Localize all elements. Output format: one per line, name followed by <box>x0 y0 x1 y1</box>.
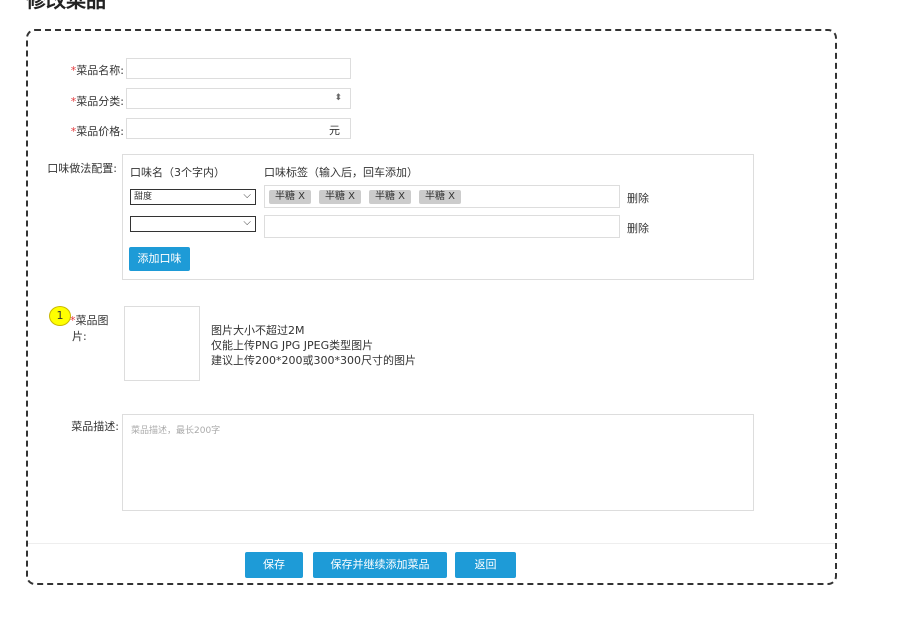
chevron-down-icon: ⌵ <box>243 217 251 228</box>
description-textarea[interactable]: 菜品描述，最长200字 <box>122 414 754 511</box>
description-label: 菜品描述: <box>71 420 119 433</box>
flavor-tags-input[interactable]: 半糖 X 半糖 X 半糖 X 半糖 X <box>264 185 620 208</box>
category-label: *菜品分类: <box>70 95 124 108</box>
flavor-name-header: 口味名（3个字内） <box>130 166 225 179</box>
flavor-tag[interactable]: 半糖 X <box>269 190 312 204</box>
footer-divider <box>28 543 835 544</box>
flavor-panel: 口味名（3个字内） 口味标签（输入后，回车添加） 甜度 ⌵ 半糖 X 半糖 X … <box>122 154 754 280</box>
image-upload-area[interactable] <box>124 306 200 381</box>
name-input[interactable] <box>126 58 351 79</box>
price-input[interactable]: 元 <box>126 118 351 139</box>
delete-flavor-link[interactable]: 删除 <box>627 220 649 236</box>
flavor-label: 口味做法配置: <box>47 162 117 175</box>
chevron-down-icon: ⌵ <box>243 190 251 201</box>
flavor-select[interactable]: ⌵ <box>130 216 256 232</box>
save-button[interactable]: 保存 <box>245 552 303 578</box>
flavor-select-value: 甜度 <box>134 192 153 202</box>
image-label: *菜品图 片: <box>70 314 109 343</box>
back-button[interactable]: 返回 <box>455 552 516 578</box>
flavor-tag[interactable]: 半糖 X <box>319 190 362 204</box>
delete-flavor-link[interactable]: 删除 <box>627 190 649 206</box>
description-placeholder: 菜品描述，最长200字 <box>131 426 221 436</box>
category-select[interactable]: ⬍ <box>126 88 351 109</box>
flavor-select[interactable]: 甜度 ⌵ <box>130 189 256 205</box>
flavor-tag[interactable]: 半糖 X <box>369 190 412 204</box>
price-label: *菜品价格: <box>70 125 124 138</box>
image-hint: 图片大小不超过2M <box>211 324 305 337</box>
add-flavor-button[interactable]: 添加口味 <box>129 247 190 271</box>
sort-arrows-icon: ⬍ <box>334 93 342 103</box>
flavor-tags-input[interactable] <box>264 215 620 238</box>
annotation-badge: 1 <box>49 306 71 326</box>
price-unit: 元 <box>329 124 340 137</box>
save-and-continue-button[interactable]: 保存并继续添加菜品 <box>313 552 447 578</box>
page-title: 修改菜品 <box>26 0 106 12</box>
image-hint: 仅能上传PNG JPG JPEG类型图片 <box>211 339 374 352</box>
name-label: *菜品名称: <box>70 64 124 77</box>
flavor-tag[interactable]: 半糖 X <box>419 190 462 204</box>
flavor-tags-header: 口味标签（输入后，回车添加） <box>264 166 418 179</box>
image-hint: 建议上传200*200或300*300尺寸的图片 <box>211 354 416 367</box>
